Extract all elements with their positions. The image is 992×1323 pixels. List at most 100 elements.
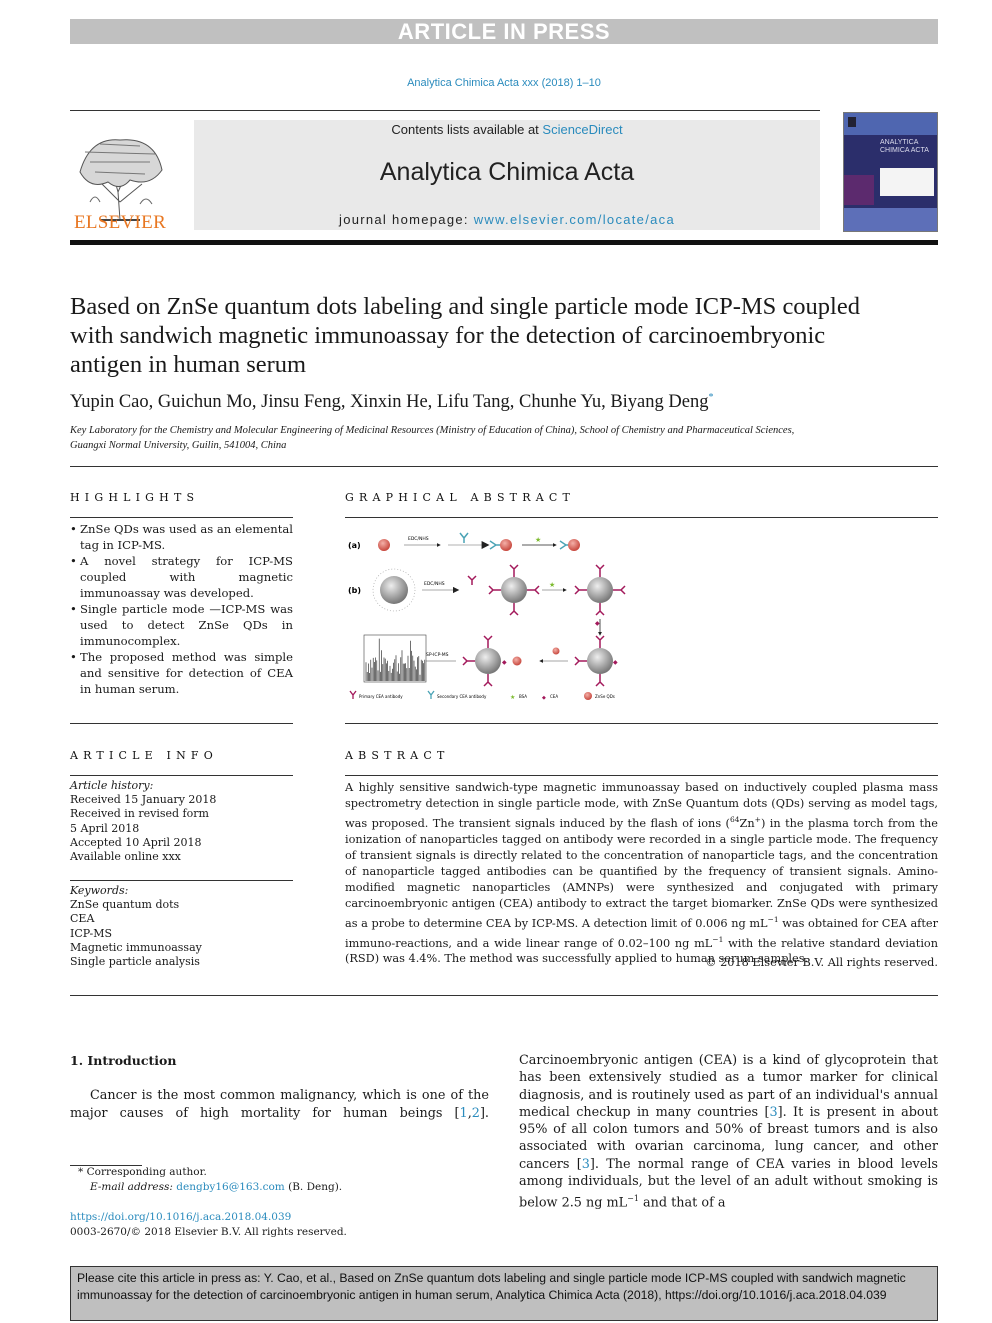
authors-text: Yupin Cao, Guichun Mo, Jinsu Feng, Xinxi… bbox=[70, 392, 709, 413]
keyword-item: ZnSe quantum dots bbox=[70, 898, 180, 912]
isotope-element: Zn bbox=[739, 816, 755, 830]
legend-bsa-icon: ★ bbox=[510, 694, 515, 701]
secondary-antibody-icon bbox=[459, 532, 469, 543]
highlights-rule bbox=[70, 517, 293, 518]
legend-qd-icon bbox=[584, 692, 592, 700]
label-a: (a) bbox=[348, 541, 361, 550]
keyword-item: ICP-MS bbox=[70, 926, 113, 940]
reference-link[interactable]: 2 bbox=[472, 1106, 480, 1121]
history-item: 5 April 2018 bbox=[70, 821, 140, 835]
history-item: Received 15 January 2018 bbox=[70, 793, 217, 807]
graphical-abstract-heading: GRAPHICAL ABSTRACT bbox=[345, 491, 575, 504]
history-label: Article history: bbox=[70, 779, 154, 792]
cover-top-band bbox=[844, 113, 937, 135]
cover-graphic bbox=[880, 168, 934, 196]
abstract-bottom-rule bbox=[70, 995, 938, 996]
legend-primary-antibody: Primary CEA antibody bbox=[359, 694, 403, 699]
qd-conjugate bbox=[500, 539, 512, 551]
reference-link[interactable]: 1 bbox=[460, 1106, 468, 1121]
email-label: E-mail address: bbox=[90, 1181, 177, 1193]
corresponding-author-footnote: * Corresponding author. bbox=[78, 1166, 207, 1178]
article-history: Article history: Received 15 January 201… bbox=[70, 779, 293, 864]
amnp-bsa-complex bbox=[574, 564, 626, 616]
keywords: Keywords: ZnSe quantum dots CEA ICP-MS M… bbox=[70, 884, 293, 969]
legend-cea-icon: ◆ bbox=[542, 695, 546, 701]
keywords-rule bbox=[70, 880, 293, 881]
cover-bottom-band bbox=[844, 208, 937, 231]
legend-bsa: BSA bbox=[519, 694, 527, 699]
primary-antibody-icon bbox=[467, 575, 477, 585]
legend-secondary-antibody-icon bbox=[427, 690, 435, 699]
email-footnote: E-mail address: dengby16@163.com (B. Den… bbox=[90, 1181, 342, 1193]
amnp-cea-complex: ◆ bbox=[574, 635, 618, 687]
legend-primary-antibody-icon bbox=[349, 690, 357, 699]
znse-qd-particle bbox=[378, 539, 390, 551]
email-link[interactable]: dengby16@163.com bbox=[176, 1181, 284, 1193]
journal-masthead: Contents lists available at ScienceDirec… bbox=[194, 120, 820, 230]
legend-secondary-antibody: Secondary CEA antibody bbox=[437, 694, 487, 699]
introduction-paragraph-1: Cancer is the most common malignancy, wh… bbox=[70, 1088, 489, 1121]
corresponding-author-mark[interactable]: * bbox=[708, 392, 713, 403]
doi-link[interactable]: https://doi.org/10.1016/j.aca.2018.04.03… bbox=[70, 1211, 291, 1223]
qd-bsa-conjugate bbox=[568, 539, 580, 551]
reference-link[interactable]: 3 bbox=[769, 1105, 777, 1120]
amnp-particle bbox=[380, 576, 408, 604]
step-edc-nhs-b: EDC/NHS bbox=[424, 581, 445, 587]
cover-logo-icon bbox=[848, 117, 856, 127]
graphical-abstract-bottom-rule bbox=[345, 723, 938, 724]
svg-text:◆: ◆ bbox=[502, 659, 507, 666]
journal-cover-thumbnail[interactable]: ANALYTICA CHIMICA ACTA bbox=[843, 112, 938, 232]
article-info-heading: ARTICLE INFO bbox=[70, 749, 218, 762]
sandwich-complex: ◆ bbox=[462, 635, 522, 687]
affiliation: Key Laboratory for the Chemistry and Mol… bbox=[70, 425, 795, 451]
paragraph-text: and that of a bbox=[638, 1195, 726, 1211]
article-title: Based on ZnSe quantum dots labeling and … bbox=[70, 293, 860, 378]
cover-side-band bbox=[844, 175, 874, 205]
bsa-star-icon: ★ bbox=[535, 536, 541, 544]
highlight-item: The proposed method was simple and sensi… bbox=[70, 649, 293, 697]
paragraph-text: Cancer is the most common malignancy, wh… bbox=[70, 1088, 489, 1121]
step-sp-icp-ms: SP-ICP-MS bbox=[426, 652, 449, 658]
footnote-text: Corresponding author. bbox=[83, 1166, 207, 1178]
homepage-prefix: journal homepage: bbox=[339, 212, 474, 227]
abstract-copyright: © 2018 Elsevier B.V. All rights reserved… bbox=[705, 956, 938, 969]
abstract-heading: ABSTRACT bbox=[345, 749, 450, 762]
abstract-rule bbox=[345, 775, 938, 776]
abstract-part: ) in the plasma torch from the ionizatio… bbox=[345, 816, 938, 930]
keywords-label: Keywords: bbox=[70, 884, 129, 897]
email-suffix: (B. Deng). bbox=[284, 1181, 343, 1193]
introduction-paragraph-2: Carcinoembryonic antigen (CEA) is a kind… bbox=[519, 1052, 938, 1212]
legend-qd: ZnSe QDs bbox=[595, 694, 615, 699]
journal-homepage-link[interactable]: www.elsevier.com/locate/aca bbox=[474, 212, 675, 227]
keyword-item: Single particle analysis bbox=[70, 955, 200, 969]
cea-diamond-icon: ◆ bbox=[595, 620, 600, 627]
label-b: (b) bbox=[348, 586, 361, 595]
elsevier-wordmark: ELSEVIER bbox=[73, 212, 167, 233]
reference-link[interactable]: 3 bbox=[582, 1157, 590, 1172]
contents-line: Contents lists available at ScienceDirec… bbox=[194, 122, 820, 137]
paragraph-text: ]. bbox=[479, 1106, 489, 1121]
highlights-list: ZnSe QDs was used as an elemental tag in… bbox=[70, 521, 293, 697]
keyword-item: Magnetic immunoassay bbox=[70, 940, 202, 954]
legend-cea: CEA bbox=[550, 694, 558, 699]
svg-text:◆: ◆ bbox=[613, 659, 618, 666]
graphical-abstract-figure[interactable]: (a) EDC/NHS ★ (b) EDC/NHS ★ ◆ ◆ ◆ SP-ICP… bbox=[342, 527, 642, 707]
sciencedirect-link[interactable]: ScienceDirect bbox=[542, 122, 622, 137]
homepage-line: journal homepage: www.elsevier.com/locat… bbox=[194, 212, 820, 227]
isotope-mass: 64 bbox=[729, 815, 740, 824]
unit-exponent: −1 bbox=[712, 934, 724, 944]
citation-box: Please cite this article in press as: Y.… bbox=[70, 1266, 938, 1321]
abstract-text: A highly sensitive sandwich-type magneti… bbox=[345, 780, 938, 967]
keyword-item: CEA bbox=[70, 912, 95, 926]
highlight-item: ZnSe QDs was used as an elemental tag in… bbox=[70, 521, 293, 553]
amnp-antibody-complex bbox=[488, 564, 540, 616]
author-list: Yupin Cao, Guichun Mo, Jinsu Feng, Xinxi… bbox=[70, 392, 930, 413]
history-item: Available online xxx bbox=[70, 850, 181, 864]
issn-copyright: 0003-2670/© 2018 Elsevier B.V. All right… bbox=[70, 1226, 347, 1238]
highlight-item: A novel strategy for ICP-MS coupled with… bbox=[70, 553, 293, 601]
article-info-rule bbox=[70, 775, 293, 776]
highlight-item: Single particle mode —ICP-MS was used to… bbox=[70, 601, 293, 649]
journal-reference-link[interactable]: Analytica Chimica Acta xxx (2018) 1–10 bbox=[0, 77, 992, 89]
contents-prefix: Contents lists available at bbox=[391, 122, 543, 137]
legend: Primary CEA antibody Secondary CEA antib… bbox=[349, 690, 615, 701]
